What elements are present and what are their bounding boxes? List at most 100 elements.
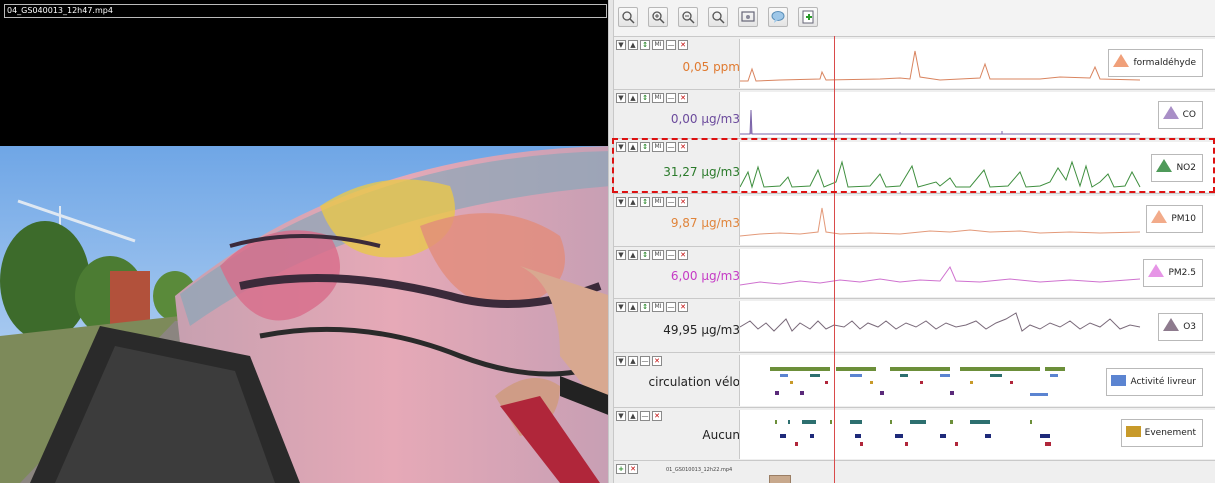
mi-button[interactable]: MI: [652, 93, 664, 103]
close-track-button[interactable]: ✕: [652, 411, 662, 421]
track-formaldehyde: ▼ ▲ ↕ MI — ✕ 0,05 ppm formaldéhyde: [614, 36, 1215, 89]
move-up-button[interactable]: ▲: [628, 197, 638, 207]
clip-track: + ✕ 01_GS010013_12h22.mp4: [614, 460, 1215, 483]
mi-button[interactable]: MI: [652, 302, 664, 312]
close-track-button[interactable]: ✕: [678, 142, 688, 152]
close-track-button[interactable]: ✕: [678, 93, 688, 103]
track-pm10: ▼ ▲ ↕ MI — ✕ 9,87 µg/m3 PM10: [614, 193, 1215, 246]
legend-activite-livreur: Activité livreur: [1106, 368, 1203, 396]
legend-no2: NO2: [1151, 154, 1203, 182]
minimize-button[interactable]: —: [640, 411, 650, 421]
minimize-button[interactable]: —: [666, 302, 676, 312]
video-frame[interactable]: [0, 146, 611, 483]
playhead-line[interactable]: [834, 36, 835, 483]
legend-o3: O3: [1158, 313, 1203, 341]
video-player[interactable]: 04_GS040013_12h47.mp4: [0, 0, 611, 483]
close-track-button[interactable]: ✕: [678, 197, 688, 207]
minimize-button[interactable]: —: [666, 197, 676, 207]
app-window: 04_GS040013_12h47.mp4 ▼ ▲ ↕ MI — ✕ 0,05 …: [0, 0, 1215, 483]
move-down-button[interactable]: ▼: [616, 302, 626, 312]
zoom-out-icon[interactable]: [678, 7, 698, 27]
minimize-button[interactable]: —: [666, 93, 676, 103]
sensor-value: 9,87 µg/m3: [670, 216, 740, 230]
clip-thumbnail[interactable]: [769, 475, 791, 483]
mi-button[interactable]: MI: [652, 250, 664, 260]
formaldehyde-plot: formaldéhyde: [739, 39, 1215, 88]
close-track-button[interactable]: ✕: [678, 302, 688, 312]
minimize-button[interactable]: —: [666, 250, 676, 260]
triangle-icon: [1156, 159, 1173, 172]
scale-icon[interactable]: ↕: [640, 302, 650, 312]
mi-button[interactable]: MI: [652, 40, 664, 50]
co-plot: CO: [739, 92, 1215, 137]
scale-icon[interactable]: ↕: [640, 250, 650, 260]
track-o3: ▼ ▲ ↕ MI — ✕ 49,95 µg/m3 O3: [614, 298, 1215, 352]
move-down-button[interactable]: ▼: [616, 197, 626, 207]
remove-clip-button[interactable]: ✕: [628, 464, 638, 474]
comment-icon[interactable]: [768, 7, 788, 27]
minimize-button[interactable]: —: [666, 142, 676, 152]
sensor-panel: ▼ ▲ ↕ MI — ✕ 0,05 ppm formaldéhyde ▼ ▲ ↕…: [612, 0, 1215, 483]
legend-pm10: PM10: [1146, 205, 1203, 233]
track-pm25: ▼ ▲ ↕ MI — ✕ 6,00 µg/m3 PM2.5: [614, 246, 1215, 298]
sensor-value: 0,05 ppm: [682, 60, 740, 74]
screenshot-icon[interactable]: [738, 7, 758, 27]
video-filename: 04_GS040013_12h47.mp4: [4, 4, 607, 18]
track-circulation: ▼ ▲ — ✕ circulation vélo Activité livreu…: [614, 352, 1215, 407]
o3-plot: O3: [739, 301, 1215, 351]
legend-co: CO: [1157, 101, 1203, 129]
clip-name: 01_GS010013_12h22.mp4: [666, 467, 733, 473]
triangle-icon: [1163, 318, 1180, 331]
move-up-button[interactable]: ▲: [628, 302, 638, 312]
no2-plot: NO2: [739, 142, 1215, 192]
close-track-button[interactable]: ✕: [678, 40, 688, 50]
mi-button[interactable]: MI: [652, 197, 664, 207]
move-up-button[interactable]: ▲: [628, 40, 638, 50]
toolbar: [614, 4, 1215, 34]
sensor-value: 49,95 µg/m3: [663, 323, 740, 337]
move-down-button[interactable]: ▼: [616, 411, 626, 421]
zoom-reset-icon[interactable]: [708, 7, 728, 27]
move-up-button[interactable]: ▲: [628, 411, 638, 421]
close-track-button[interactable]: ✕: [678, 250, 688, 260]
move-up-button[interactable]: ▲: [628, 250, 638, 260]
move-up-button[interactable]: ▲: [628, 93, 638, 103]
minimize-button[interactable]: —: [640, 356, 650, 366]
pm10-plot: PM10: [739, 196, 1215, 245]
triangle-icon: [1151, 210, 1168, 223]
minimize-button[interactable]: —: [666, 40, 676, 50]
track-evenement: ▼ ▲ — ✕ Aucun Evenement: [614, 407, 1215, 460]
move-up-button[interactable]: ▲: [628, 356, 638, 366]
move-up-button[interactable]: ▲: [628, 142, 638, 152]
scale-icon[interactable]: ↕: [640, 40, 650, 50]
add-track-icon[interactable]: [798, 7, 818, 27]
sensor-value: 0,00 µg/m3: [670, 112, 740, 126]
zoom-in-plus-icon[interactable]: [648, 7, 668, 27]
legend-formaldehyde: formaldéhyde: [1108, 49, 1203, 77]
mi-button[interactable]: MI: [652, 142, 664, 152]
color-swatch: [1111, 375, 1127, 386]
move-down-button[interactable]: ▼: [616, 93, 626, 103]
scale-icon[interactable]: ↕: [640, 93, 650, 103]
legend-pm25: PM2.5: [1143, 259, 1203, 287]
close-track-button[interactable]: ✕: [652, 356, 662, 366]
evenement-plot: Evenement: [739, 410, 1215, 459]
track-co: ▼ ▲ ↕ MI — ✕ 0,00 µg/m3 CO: [614, 89, 1215, 138]
annotation-value: Aucun: [702, 428, 740, 442]
move-down-button[interactable]: ▼: [616, 356, 626, 366]
move-down-button[interactable]: ▼: [616, 250, 626, 260]
sensor-value: 31,27 µg/m3: [663, 165, 740, 179]
move-down-button[interactable]: ▼: [616, 142, 626, 152]
move-down-button[interactable]: ▼: [616, 40, 626, 50]
scale-icon[interactable]: ↕: [640, 142, 650, 152]
triangle-icon: [1162, 106, 1179, 119]
video-frame-image: [0, 146, 611, 483]
triangle-icon: [1113, 54, 1130, 67]
add-clip-button[interactable]: +: [616, 464, 626, 474]
color-swatch: [1125, 426, 1141, 437]
pm25-plot: PM2.5: [739, 249, 1215, 297]
scale-icon[interactable]: ↕: [640, 197, 650, 207]
annotation-value: circulation vélo: [648, 375, 740, 389]
zoom-in-icon[interactable]: [618, 7, 638, 27]
track-no2: ▼ ▲ ↕ MI — ✕ 31,27 µg/m3 NO2: [614, 138, 1215, 193]
